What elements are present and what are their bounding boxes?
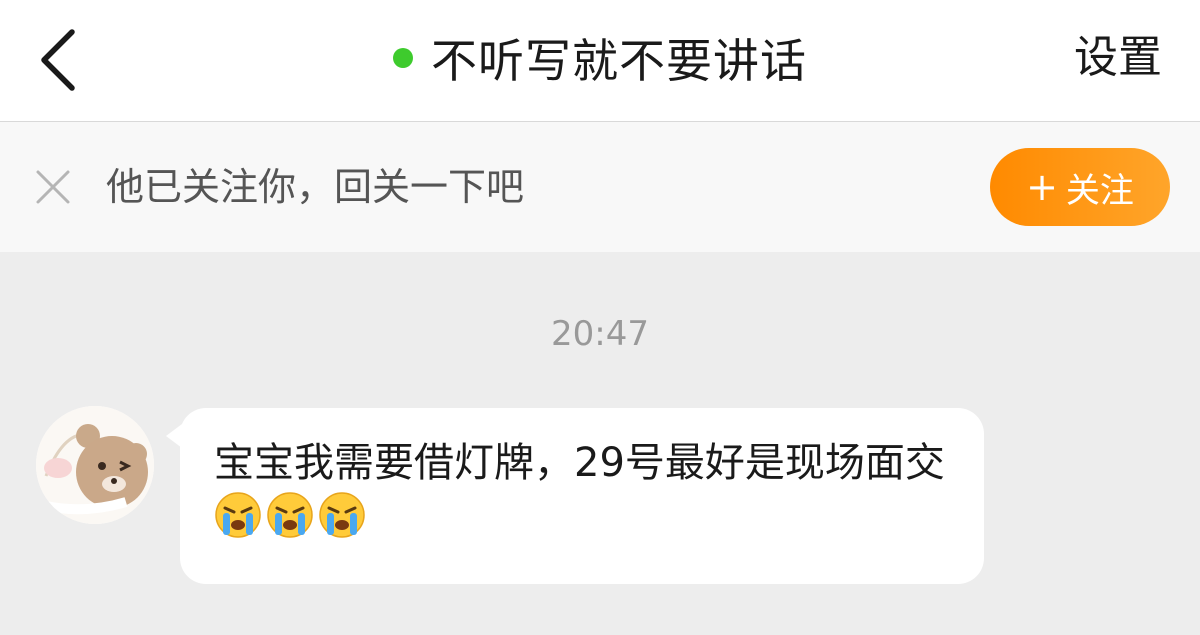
crying-face-emoji-icon bbox=[318, 491, 366, 539]
follow-back-prompt: 他已关注你，回关一下吧 bbox=[106, 165, 525, 209]
message-text: 宝宝我需要借灯牌，29号最好是现场面交 bbox=[214, 440, 945, 486]
close-icon bbox=[36, 170, 70, 204]
plus-icon: + bbox=[1026, 165, 1058, 209]
top-bar: 不听写就不要讲话 设置 bbox=[0, 0, 1200, 122]
crying-face-emoji-icon bbox=[214, 491, 262, 539]
close-banner-button[interactable] bbox=[34, 168, 72, 206]
sender-avatar[interactable] bbox=[36, 406, 154, 524]
online-status-dot bbox=[393, 48, 413, 68]
bear-avatar-icon bbox=[36, 406, 154, 524]
message-timestamp: 20:47 bbox=[551, 314, 649, 354]
message-bubble[interactable]: 宝宝我需要借灯牌，29号最好是现场面交 bbox=[180, 408, 984, 584]
follow-button-label: 关注 bbox=[1065, 170, 1134, 211]
crying-face-emoji-icon bbox=[266, 491, 314, 539]
chat-title: 不听写就不要讲话 bbox=[431, 34, 807, 88]
chat-title-area: 不听写就不要讲话 bbox=[0, 26, 1200, 90]
follow-button[interactable]: + 关注 bbox=[990, 148, 1170, 226]
settings-button[interactable]: 设置 bbox=[1074, 26, 1162, 90]
